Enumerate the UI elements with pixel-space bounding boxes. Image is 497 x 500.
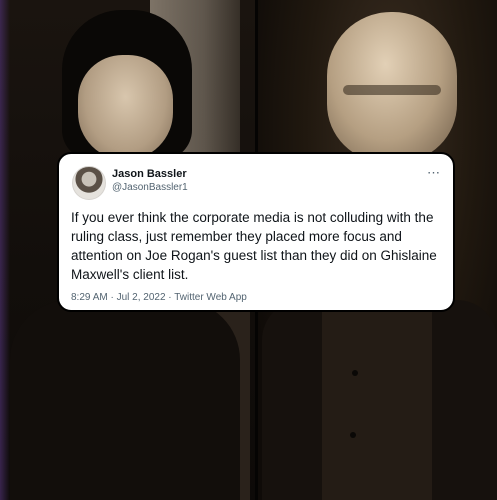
tweet-card[interactable]: Jason Bassler @JasonBassler1 ⋯ If you ev… bbox=[57, 152, 455, 312]
more-horizontal-icon[interactable]: ⋯ bbox=[427, 166, 441, 179]
shirt-button bbox=[350, 432, 356, 438]
woman-face bbox=[78, 55, 173, 160]
tweet-timestamp[interactable]: 8:29 AM · Jul 2, 2022 · Twitter Web App bbox=[71, 292, 441, 303]
woman-body bbox=[10, 300, 240, 500]
author-handle[interactable]: @JasonBassler1 bbox=[112, 181, 188, 194]
tweet-header: Jason Bassler @JasonBassler1 ⋯ bbox=[71, 164, 441, 206]
shirt-button bbox=[352, 370, 358, 376]
author-name[interactable]: Jason Bassler bbox=[112, 168, 188, 181]
tweet-text: If you ever think the corporate media is… bbox=[71, 210, 437, 282]
avatar[interactable] bbox=[72, 166, 106, 200]
meme-canvas: Jason Bassler @JasonBassler1 ⋯ If you ev… bbox=[0, 0, 497, 500]
man-shirt bbox=[322, 300, 432, 500]
man-brow bbox=[343, 85, 441, 95]
edge-glow bbox=[0, 0, 10, 500]
tweet-author[interactable]: Jason Bassler @JasonBassler1 bbox=[112, 168, 188, 194]
